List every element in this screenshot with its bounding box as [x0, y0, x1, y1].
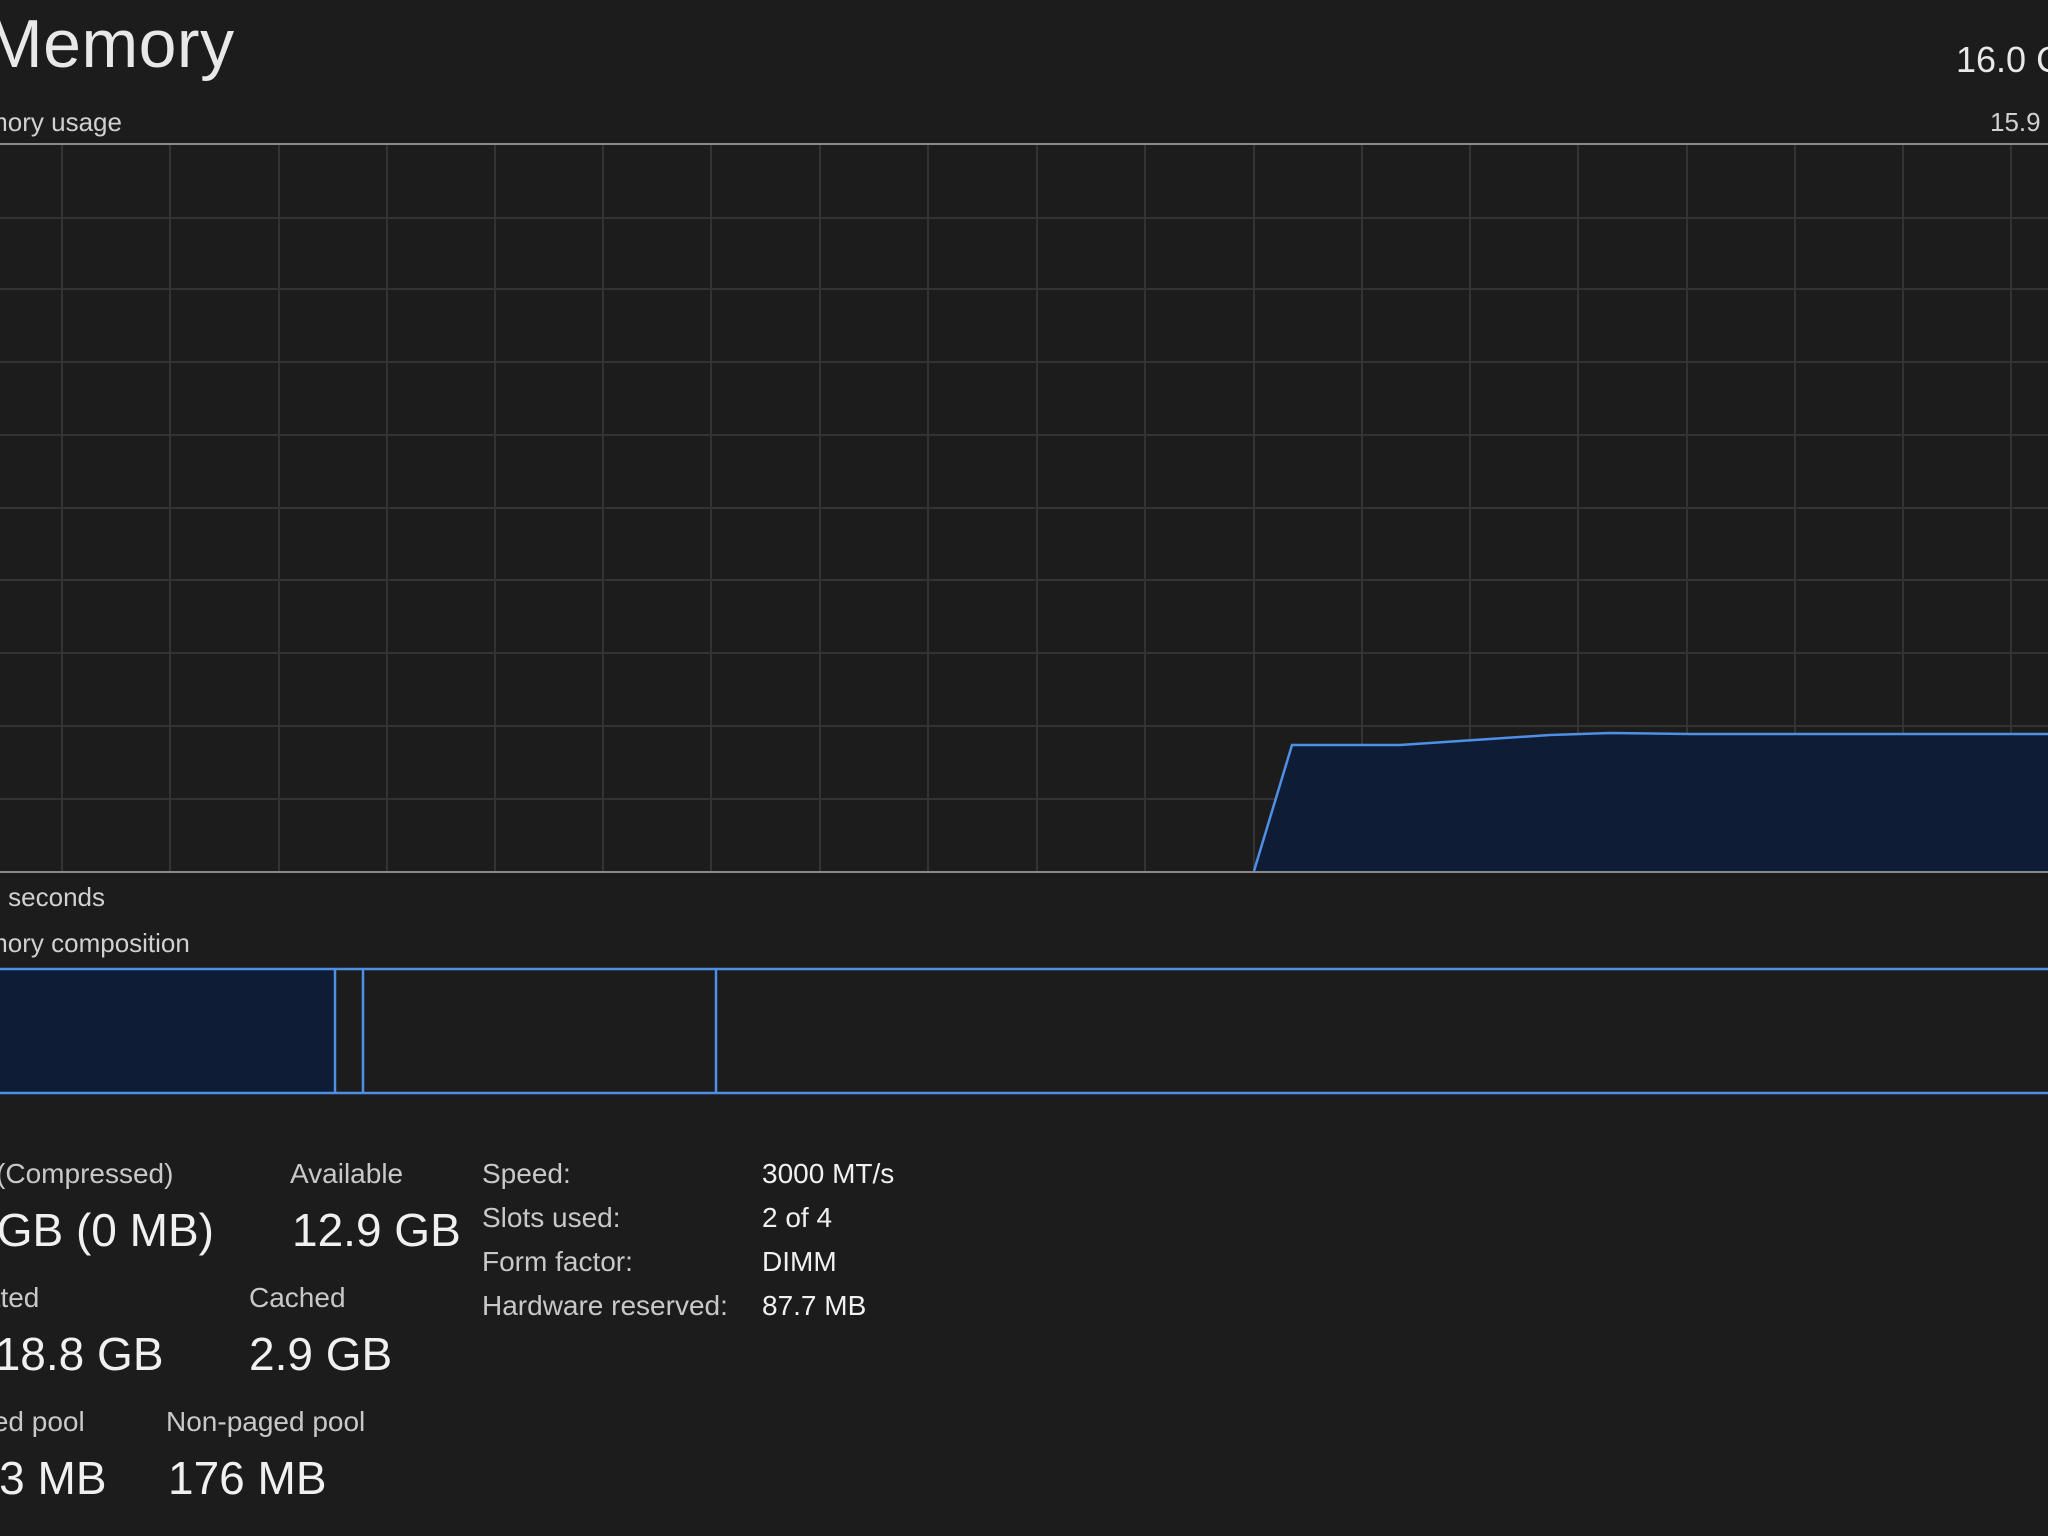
- memory-composition-bar: [0, 967, 2048, 1095]
- form-factor-value: DIMM: [762, 1246, 837, 1277]
- cached-label: Cached: [249, 1282, 346, 1313]
- memory-usage-label: Memory usage: [0, 107, 122, 137]
- nonpaged-pool-label: Non-paged pool: [166, 1406, 366, 1437]
- form-factor-label: Form factor:: [482, 1246, 633, 1277]
- memory-usage-area: [1254, 733, 2048, 871]
- nonpaged-pool-value: 176 MB: [168, 1452, 327, 1504]
- hardware-reserved-value: 87.7 MB: [762, 1290, 867, 1321]
- cached-value: 2.9 GB: [249, 1328, 393, 1380]
- memory-composition-label: Memory composition: [0, 928, 190, 958]
- in-use-label: In use (Compressed): [0, 1158, 174, 1189]
- speed-value: 3000 MT/s: [762, 1158, 895, 1189]
- memory-usage-graph: [0, 143, 2048, 873]
- in-use-value: 3.0 GB (0 MB): [0, 1204, 214, 1256]
- slots-used-label: Slots used:: [482, 1202, 621, 1233]
- paged-pool-value: 273 MB: [0, 1452, 107, 1504]
- committed-value: 3.3/18.8 GB: [0, 1328, 164, 1380]
- hardware-reserved-label: Hardware reserved:: [482, 1290, 728, 1321]
- paged-pool-label: Paged pool: [0, 1406, 85, 1437]
- slots-used-value: 2 of 4: [762, 1202, 833, 1233]
- page-title: Memory: [0, 6, 235, 82]
- committed-label: Committed: [0, 1282, 40, 1313]
- composition-in-use-segment: [0, 969, 334, 1093]
- total-memory: 16.0 GB: [1956, 39, 2048, 80]
- memory-max-label: 15.9 GB: [1990, 107, 2048, 137]
- time-range-label: 60 seconds: [0, 882, 105, 912]
- available-label: Available: [290, 1158, 404, 1189]
- available-value: 12.9 GB: [292, 1204, 461, 1256]
- speed-label: Speed:: [482, 1158, 571, 1189]
